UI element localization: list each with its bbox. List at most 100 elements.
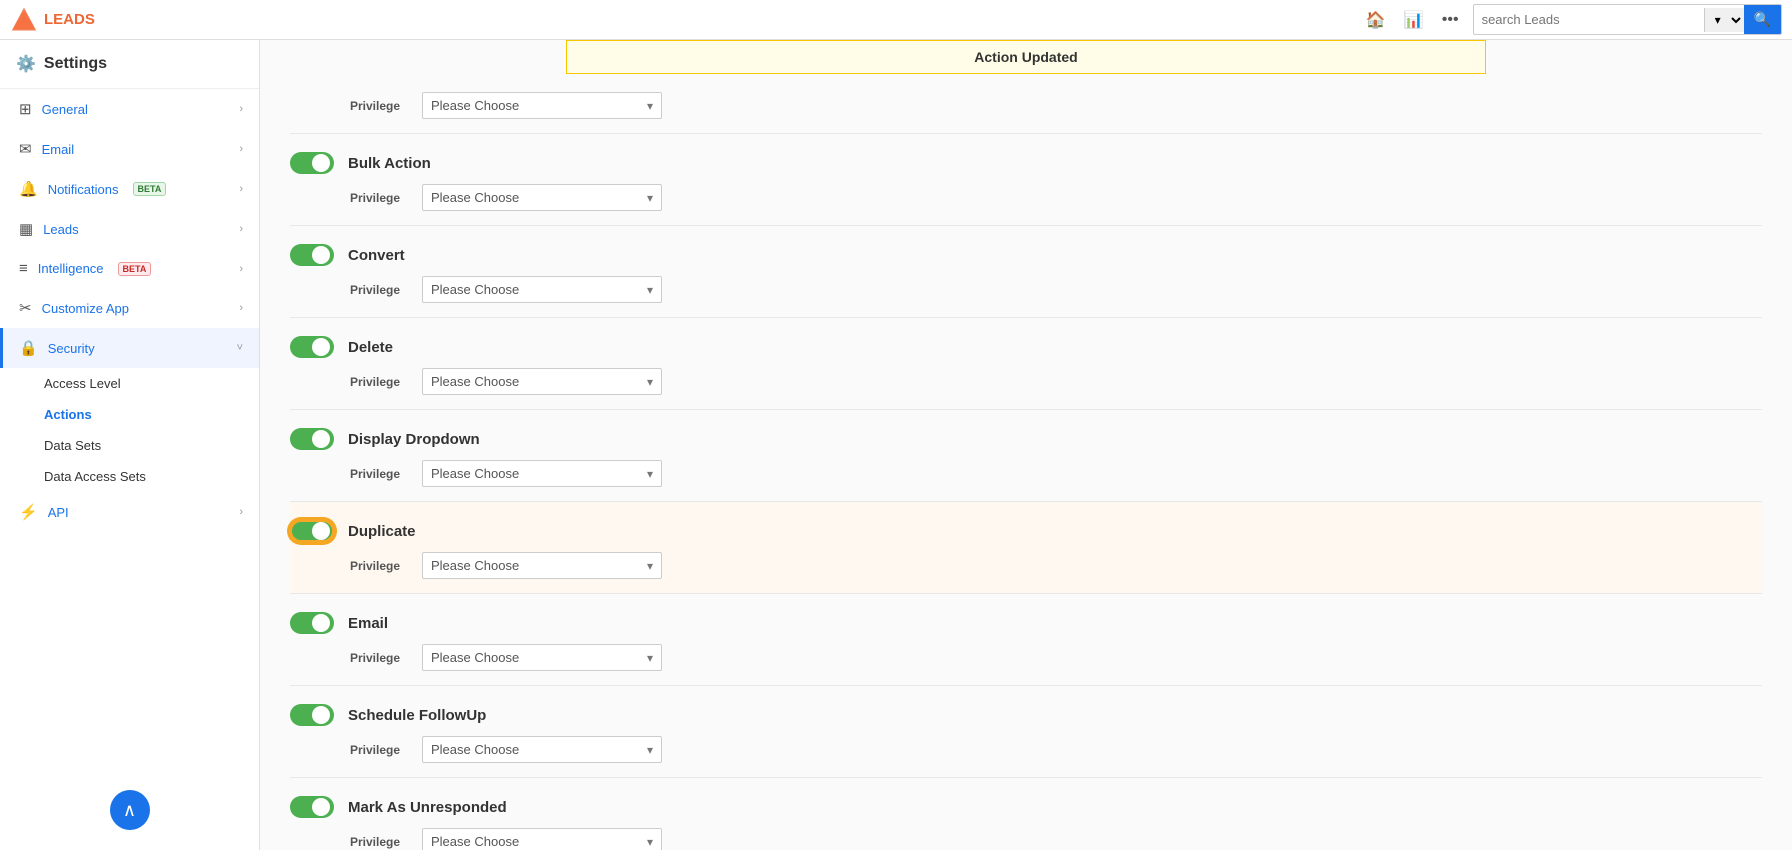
toggle-email[interactable] (290, 612, 334, 634)
action-row-mark-as-unresponded: Mark As Unresponded Privilege Please Cho… (290, 778, 1762, 850)
beta-badge-notifications: BETA (133, 182, 167, 196)
privilege-select-convert[interactable]: Please Choose ▾ (422, 276, 662, 303)
privilege-select-value: Please Choose (431, 558, 647, 573)
chevron-down-icon: ▾ (647, 467, 653, 481)
chevron-down-icon: ▾ (647, 835, 653, 849)
chevron-down-icon: ▾ (647, 559, 653, 573)
beta-badge-intelligence: BETA (118, 262, 152, 276)
main-content: Action Updated Privilege Please Choose ▾… (260, 40, 1792, 850)
sidebar-item-data-access-sets[interactable]: Data Access Sets (0, 461, 259, 492)
topbar: LEADS 🏠 📊 ••• ▾ 🔍 (0, 0, 1792, 40)
privilege-select-delete[interactable]: Please Choose ▾ (422, 368, 662, 395)
sidebar-item-api[interactable]: ⚡ API › (0, 492, 259, 532)
action-row-schedule-followup: Schedule FollowUp Privilege Please Choos… (290, 686, 1762, 778)
privilege-select-schedule-followup[interactable]: Please Choose ▾ (422, 736, 662, 763)
search-input[interactable] (1474, 8, 1704, 31)
action-row-email: Email Privilege Please Choose ▾ (290, 594, 1762, 686)
privilege-select-value: Please Choose (431, 742, 647, 757)
tools-icon: ✂ (19, 299, 32, 317)
privilege-select-value: Please Choose (431, 834, 647, 849)
search-button[interactable]: 🔍 (1744, 5, 1781, 34)
sidebar-item-label: API (48, 505, 69, 520)
sidebar: ⚙️ Settings ⊞ General › ✉ Email › 🔔 Noti… (0, 40, 260, 850)
sidebar-item-actions[interactable]: Actions (0, 399, 259, 430)
chevron-down-icon: ▾ (647, 743, 653, 757)
bell-icon: 🔔 (19, 180, 38, 198)
privilege-select-value: Please Choose (431, 190, 647, 205)
chevron-right-icon: › (239, 223, 243, 235)
chevron-down-icon: ▾ (647, 375, 653, 389)
table-icon: ▦ (19, 220, 33, 238)
action-updated-banner: Action Updated (566, 40, 1485, 74)
sidebar-item-general[interactable]: ⊞ General › (0, 89, 259, 129)
toggle-display-dropdown[interactable] (290, 428, 334, 450)
privilege-label: Privilege (350, 651, 410, 665)
security-submenu: Access Level Actions Data Sets Data Acce… (0, 368, 259, 492)
action-title-mark-as-unresponded: Mark As Unresponded (348, 799, 507, 816)
action-row-duplicate: Duplicate Privilege Please Choose ▾ (290, 502, 1762, 594)
chevron-right-icon: › (239, 302, 243, 314)
more-options-button[interactable]: ••• (1438, 7, 1463, 33)
scroll-top-button[interactable]: ∧ (110, 790, 150, 830)
privilege-select-top[interactable]: Please Choose ▾ (422, 92, 662, 119)
chevron-down-icon: ▾ (647, 191, 653, 205)
sidebar-item-intelligence[interactable]: ≡ Intelligence BETA › (0, 249, 259, 288)
toggle-schedule-followup[interactable] (290, 704, 334, 726)
privilege-select-display-dropdown[interactable]: Please Choose ▾ (422, 460, 662, 487)
privilege-select-value: Please Choose (431, 466, 647, 481)
privilege-label: Privilege (350, 467, 410, 481)
privilege-label: Privilege (350, 191, 410, 205)
privilege-label: Privilege (350, 743, 410, 757)
toggle-convert[interactable] (290, 244, 334, 266)
analytics-button[interactable]: 📊 (1400, 6, 1428, 34)
sidebar-item-data-sets[interactable]: Data Sets (0, 430, 259, 461)
toggle-duplicate[interactable] (290, 520, 334, 542)
action-title-display-dropdown: Display Dropdown (348, 431, 480, 448)
sidebar-item-label: General (42, 102, 88, 117)
banner-text: Action Updated (974, 49, 1077, 65)
sidebar-item-email[interactable]: ✉ Email › (0, 129, 259, 169)
chevron-down-icon: ▾ (647, 99, 653, 113)
privilege-select-value: Please Choose (431, 374, 647, 389)
privilege-label: Privilege (350, 283, 410, 297)
toggle-delete[interactable] (290, 336, 334, 358)
toggle-mark-as-unresponded[interactable] (290, 796, 334, 818)
shield-icon: 🔒 (19, 339, 38, 357)
actions-list: Privilege Please Choose ▾ Bulk Action Pr… (260, 74, 1792, 850)
home-button[interactable]: 🏠 (1362, 6, 1390, 34)
action-row-display-dropdown: Display Dropdown Privilege Please Choose… (290, 410, 1762, 502)
gear-icon: ⚙️ (16, 54, 36, 74)
sidebar-item-label: Intelligence (38, 261, 104, 276)
sidebar-item-security[interactable]: 🔒 Security ˅ (0, 328, 259, 368)
action-row-privilege-top: Privilege Please Choose ▾ (290, 74, 1762, 134)
sidebar-item-access-level[interactable]: Access Level (0, 368, 259, 399)
api-icon: ⚡ (19, 503, 38, 521)
sidebar-item-customize-app[interactable]: ✂ Customize App › (0, 288, 259, 328)
action-row-convert: Convert Privilege Please Choose ▾ (290, 226, 1762, 318)
action-row-bulk-action: Bulk Action Privilege Please Choose ▾ (290, 134, 1762, 226)
privilege-select-mark-as-unresponded[interactable]: Please Choose ▾ (422, 828, 662, 850)
settings-header: ⚙️ Settings (0, 40, 259, 89)
banner-wrap: Action Updated (260, 40, 1792, 74)
search-scope-dropdown[interactable]: ▾ (1704, 8, 1744, 32)
chevron-down-icon: ▾ (647, 651, 653, 665)
privilege-select-email[interactable]: Please Choose ▾ (422, 644, 662, 671)
privilege-select-duplicate[interactable]: Please Choose ▾ (422, 552, 662, 579)
list-icon: ≡ (19, 260, 28, 277)
chevron-down-icon: ▾ (647, 283, 653, 297)
action-title-bulk-action: Bulk Action (348, 155, 431, 172)
logo-icon (10, 6, 38, 34)
grid-icon: ⊞ (19, 100, 32, 118)
sidebar-item-leads[interactable]: ▦ Leads › (0, 209, 259, 249)
app-logo: LEADS (10, 6, 95, 34)
privilege-select-bulk-action[interactable]: Please Choose ▾ (422, 184, 662, 211)
toggle-bulk-action[interactable] (290, 152, 334, 174)
settings-label: Settings (44, 55, 107, 73)
action-title-schedule-followup: Schedule FollowUp (348, 707, 486, 724)
sidebar-item-label: Email (42, 142, 75, 157)
logo-text: LEADS (44, 11, 95, 28)
chevron-right-icon: › (239, 506, 243, 518)
sidebar-item-notifications[interactable]: 🔔 Notifications BETA › (0, 169, 259, 209)
action-title-delete: Delete (348, 339, 393, 356)
action-title-duplicate: Duplicate (348, 523, 416, 540)
